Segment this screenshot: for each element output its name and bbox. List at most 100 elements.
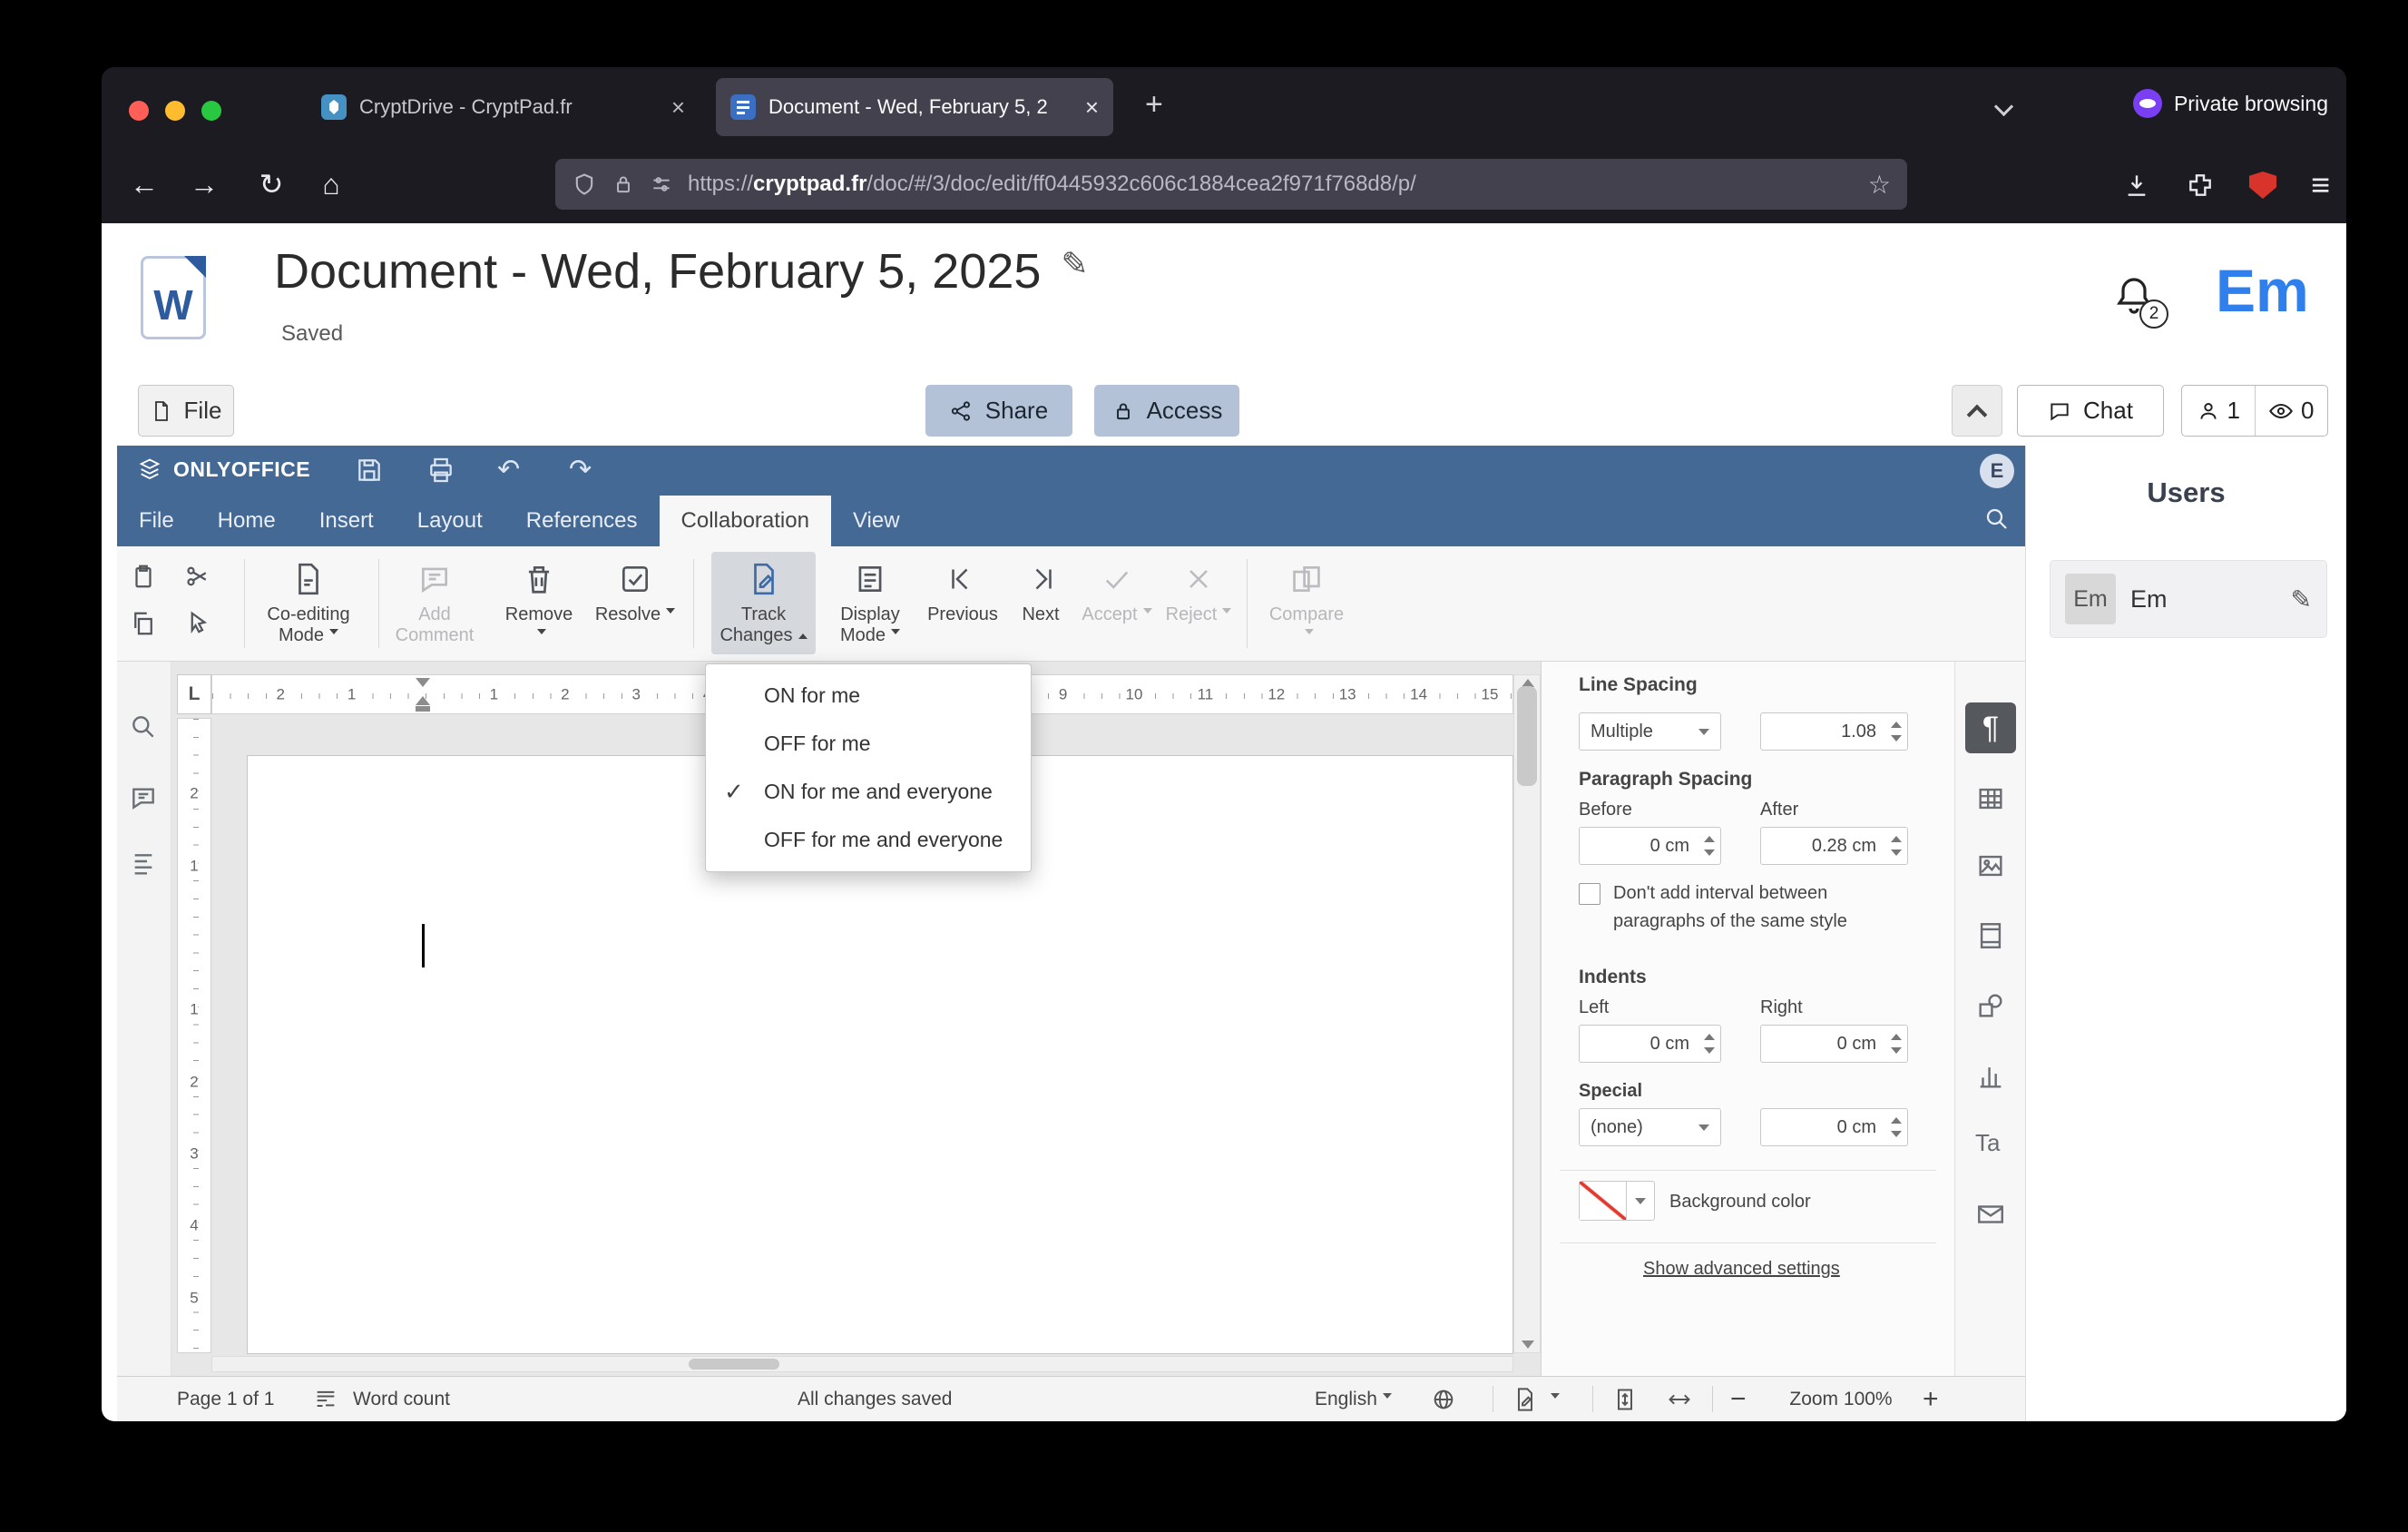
line-spacing-value-spinner[interactable]: 1.08 [1760,712,1908,751]
share-button[interactable]: Share [925,385,1072,437]
new-tab-button[interactable]: + [1145,87,1163,123]
mail-merge-icon[interactable] [1975,1199,2006,1230]
spin-down-icon[interactable] [1891,1047,1902,1054]
url-bar[interactable]: https://cryptpad.fr/doc/#/3/doc/edit/ff0… [555,159,1907,210]
edit-title-pencil-icon[interactable]: ✎ [1061,245,1088,282]
tab-insert[interactable]: Insert [298,496,396,546]
first-line-indent-marker[interactable] [416,678,430,687]
spin-up-icon[interactable] [1891,836,1902,842]
menu-item-on-for-me[interactable]: ON for me [706,672,1031,720]
spin-down-icon[interactable] [1704,1047,1715,1054]
redo-icon[interactable]: ↷ [569,456,592,485]
comments-panel-icon[interactable] [129,783,158,812]
horizontal-scroll-thumb[interactable] [689,1359,779,1370]
track-changes-status-icon[interactable] [1512,1387,1538,1412]
spin-up-icon[interactable] [1891,722,1902,728]
language-selector[interactable]: English [1315,1389,1392,1410]
fullscreen-window-button[interactable] [201,101,221,121]
collapse-toolbar-button[interactable] [1952,385,2002,437]
next-change-button[interactable]: Next [1012,552,1070,654]
select-all-icon[interactable] [184,610,211,637]
tracking-shield-icon[interactable] [572,172,597,197]
reload-icon[interactable]: ↻ [250,170,292,199]
notifications-bell[interactable]: 2 [2112,274,2168,329]
tab-file[interactable]: File [117,496,196,546]
menu-item-off-for-me[interactable]: OFF for me [706,720,1031,768]
vertical-scrollbar[interactable] [1513,674,1541,1353]
spacing-after-spinner[interactable]: 0.28 cm [1760,827,1908,865]
document-title[interactable]: Document - Wed, February 5, 2025 ✎ [274,243,1089,300]
special-select[interactable]: (none) [1579,1108,1721,1146]
no-interval-checkbox[interactable] [1579,883,1600,905]
https-lock-icon[interactable] [612,172,635,196]
downloads-icon[interactable] [2122,171,2151,200]
print-icon[interactable] [426,456,455,485]
indent-left-spinner[interactable]: 0 cm [1579,1025,1721,1063]
tab-document[interactable]: Document - Wed, February 5, 2 × [716,78,1113,136]
shape-settings-icon[interactable] [1975,990,2006,1021]
find-icon[interactable] [129,712,158,741]
paste-icon[interactable] [130,563,157,590]
color-dropdown[interactable] [1627,1182,1654,1220]
chat-button[interactable]: Chat [2017,385,2164,437]
participants-box[interactable]: 1 0 [2181,385,2328,437]
navigation-panel-icon[interactable] [129,850,158,879]
save-icon[interactable] [355,456,384,485]
tab-layout[interactable]: Layout [396,496,504,546]
background-color-picker[interactable] [1579,1181,1655,1221]
tab-view[interactable]: View [831,496,922,546]
track-changes-button[interactable]: Track Changes [711,552,816,654]
scroll-down-arrow[interactable] [1522,1340,1534,1349]
remove-comment-button[interactable]: Remove [498,552,580,654]
left-indent-marker[interactable] [416,696,430,705]
spin-down-icon[interactable] [1704,849,1715,856]
zoom-in-button[interactable]: + [1923,1384,1939,1415]
edit-name-pencil-icon[interactable]: ✎ [2291,584,2312,614]
editor-search-icon[interactable] [1983,506,2011,533]
account-avatar[interactable]: Em [2216,256,2309,325]
spin-down-icon[interactable] [1891,1131,1902,1137]
page-indicator[interactable]: Page 1 of 1 [177,1389,274,1410]
spin-up-icon[interactable] [1704,836,1715,842]
previous-change-button[interactable]: Previous [925,552,1001,654]
display-mode-button[interactable]: Display Mode [827,552,914,654]
spin-up-icon[interactable] [1891,1034,1902,1040]
editors-count[interactable]: 1 [2182,386,2255,436]
back-icon[interactable]: ← [123,170,165,199]
file-menu-button[interactable]: File [138,385,234,437]
horizontal-scrollbar[interactable] [211,1356,1513,1372]
spin-up-icon[interactable] [1891,1117,1902,1124]
tab-references[interactable]: References [504,496,660,546]
spin-down-icon[interactable] [1891,849,1902,856]
header-footer-settings-icon[interactable] [1975,920,2006,951]
line-spacing-select[interactable]: Multiple [1579,712,1721,751]
forward-icon[interactable]: → [183,170,225,199]
user-list-item[interactable]: Em Em ✎ [2050,560,2327,638]
vertical-scroll-thumb[interactable] [1517,686,1537,786]
tab-collaboration[interactable]: Collaboration [659,496,831,546]
spin-up-icon[interactable] [1704,1034,1715,1040]
menu-item-on-for-everyone[interactable]: ✓ ON for me and everyone [706,768,1031,816]
paragraph-settings-icon[interactable]: ¶ [1965,702,2016,753]
zoom-level[interactable]: Zoom 100% [1777,1389,1904,1410]
word-count-icon[interactable] [313,1387,338,1412]
bookmark-star-icon[interactable]: ☆ [1868,170,1891,200]
tab-cryptdrive[interactable]: CryptDrive - CryptPad.fr × [307,78,700,136]
chart-settings-icon[interactable] [1975,1061,2006,1092]
menu-icon[interactable]: ≡ [2311,169,2330,201]
undo-icon[interactable]: ↶ [497,456,520,485]
indent-right-spinner[interactable]: 0 cm [1760,1025,1908,1063]
ublock-icon[interactable] [2248,172,2276,199]
permissions-icon[interactable] [650,172,673,196]
close-window-button[interactable] [129,101,149,121]
special-by-spinner[interactable]: 0 cm [1760,1108,1908,1146]
spacing-before-spinner[interactable]: 0 cm [1579,827,1721,865]
resolve-button[interactable]: Resolve [593,552,677,654]
minimize-window-button[interactable] [165,101,185,121]
textart-settings-icon[interactable]: Ta [1975,1129,2000,1157]
track-changes-status-chevron[interactable] [1545,1389,1560,1410]
image-settings-icon[interactable] [1975,850,2006,881]
zoom-out-button[interactable]: − [1730,1384,1747,1415]
close-tab-icon[interactable]: × [671,95,685,119]
access-button[interactable]: Access [1094,385,1239,437]
